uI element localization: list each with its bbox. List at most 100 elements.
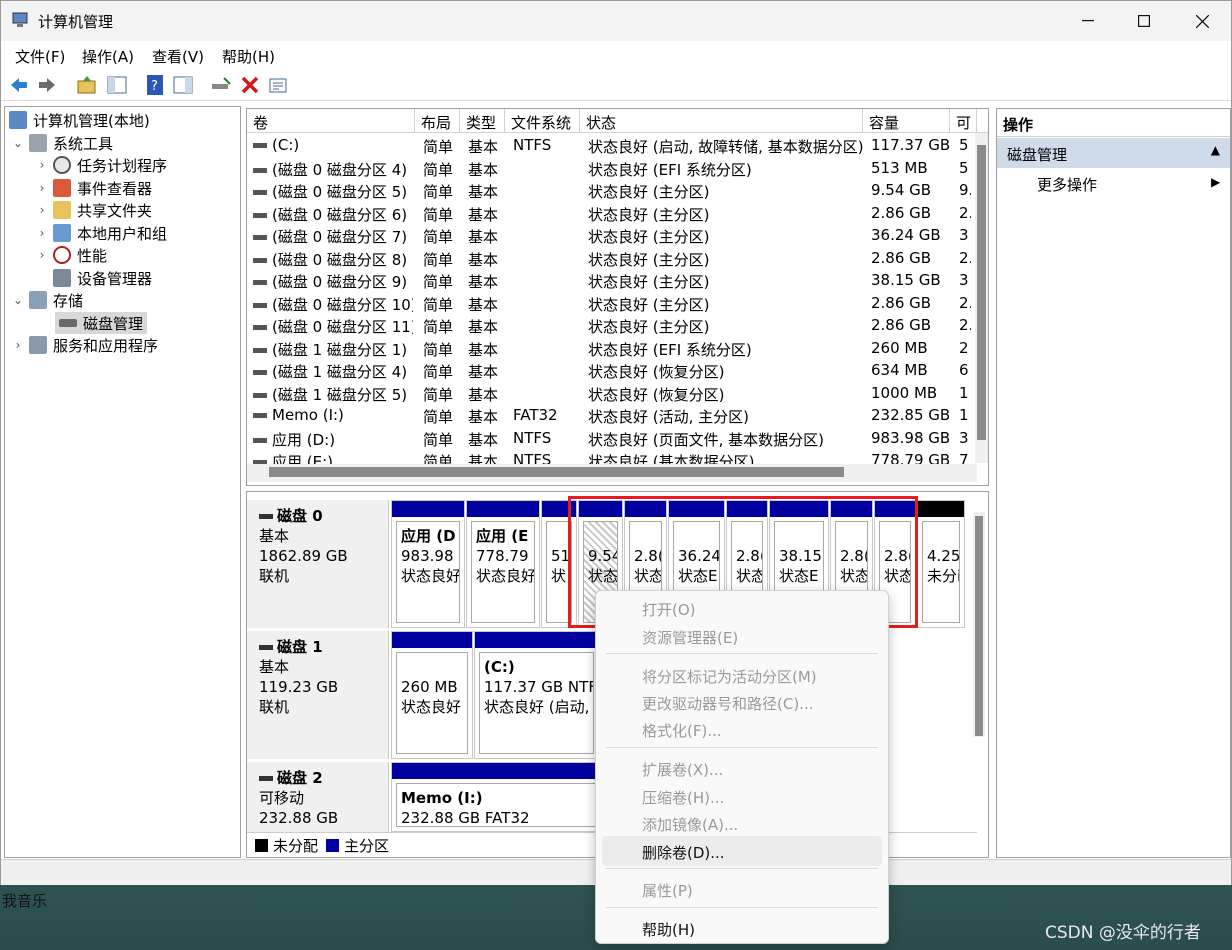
table-cell: 状态良好 (EFI 系统分区) (588, 340, 752, 359)
table-row[interactable]: (磁盘 1 磁盘分区 1) 简单 基本 状态良好 (EFI 系统分区) 260 MB 2 (247, 337, 977, 360)
tree-item-local-users[interactable]: › 本地用户和组 (35, 222, 167, 244)
volume-list-header: 卷 布局 类型 文件系统 状态 容量 可 (247, 109, 988, 133)
column-header-layout[interactable]: 布局 (415, 109, 460, 133)
table-row[interactable]: (磁盘 0 磁盘分区 4) 简单 基本 状态良好 (EFI 系统分区) 513 MB 5 (247, 157, 977, 180)
table-row[interactable]: (磁盘 0 磁盘分区 5) 简单基本 状态良好 (主分区) 9.54 GB 9. (247, 179, 977, 202)
column-header-filesystem[interactable]: 文件系统 (505, 109, 580, 133)
menu-explorer[interactable]: 资源管理器(E) (642, 627, 738, 648)
menu-delete-volume[interactable]: 删除卷(D)... (642, 842, 725, 863)
vertical-scrollbar[interactable] (975, 133, 988, 463)
partition-body: Memo (I:) 232.88 GB FAT32 (396, 783, 596, 827)
more-actions-item[interactable]: 更多操作 (1037, 174, 1097, 195)
menu-shrink-volume[interactable]: 压缩卷(H)... (642, 787, 724, 808)
disk-2-label[interactable]: 磁盘 2 可移动 232.88 GB (247, 762, 389, 834)
menu-mark-active[interactable]: 将分区标记为活动分区(M) (642, 666, 817, 687)
table-row[interactable]: (磁盘 0 磁盘分区 6) 简单基本 状态良好 (主分区) 2.86 GB 2. (247, 202, 977, 225)
partition-block[interactable]: 应用 (D 983.98 (状态良好 (391, 500, 465, 628)
show-hide-tree-icon[interactable] (106, 74, 128, 96)
table-row[interactable]: (磁盘 0 磁盘分区 7) 简单 基本 状态良好 (主分区) 36.24 GB 3 (247, 224, 977, 247)
table-row[interactable]: (磁盘 0 磁盘分区 11) 简单基本 状态良好 (主分区) 2.86 GB 2. (247, 314, 977, 337)
tree-item-device-manager[interactable]: 设备管理器 (49, 267, 152, 289)
tree-label: 共享文件夹 (77, 201, 153, 220)
menu-file[interactable]: 文件(F) (15, 46, 65, 67)
chevron-right-icon[interactable]: › (35, 181, 49, 195)
tree-item-shared-folders[interactable]: › 共享文件夹 (35, 199, 152, 221)
scrollbar-thumb[interactable] (977, 145, 986, 440)
menu-view[interactable]: 查看(V) (152, 46, 204, 67)
volume-icon (253, 143, 267, 148)
tree-item-event-viewer[interactable]: › 事件查看器 (35, 177, 152, 199)
chevron-down-icon[interactable]: ⌄ (11, 293, 25, 307)
table-row[interactable]: Memo (I:) 简单 基本 FAT32 状态良好 (活动, 主分区) 232.85 G… (247, 404, 977, 427)
tree-item-storage[interactable]: ⌄ 存储 (11, 289, 83, 311)
table-row[interactable]: (磁盘 0 磁盘分区 9) 简单 基本 状态良好 (主分区) 38.15 GB 3 (247, 269, 977, 292)
chevron-right-icon[interactable]: › (35, 158, 49, 172)
menu-extend-volume[interactable]: 扩展卷(X)... (642, 759, 723, 780)
menu-add-mirror[interactable]: 添加镜像(A)... (642, 814, 738, 835)
menu-separator (606, 907, 878, 908)
partition-block[interactable]: 4.25 未分i (917, 500, 965, 628)
shared-folder-icon (53, 201, 71, 219)
connect-icon[interactable] (210, 74, 232, 96)
tree-item-performance[interactable]: › 性能 (35, 244, 107, 266)
context-menu: 打开(O) 资源管理器(E) 将分区标记为活动分区(M) 更改驱动器号和路径(C… (595, 590, 889, 944)
chevron-down-icon[interactable]: ⌄ (11, 136, 25, 150)
forward-icon[interactable] (36, 74, 58, 96)
collapse-up-icon[interactable]: ▲ (1211, 143, 1220, 157)
export-icon[interactable] (267, 74, 289, 96)
chevron-right-icon[interactable]: › (35, 248, 49, 262)
title-bar[interactable]: 计算机管理 (1, 1, 1231, 41)
partition-block[interactable]: Memo (I:) 232.88 GB FAT32 (391, 762, 601, 832)
tree-item-root[interactable]: 计算机管理(本地) (7, 109, 150, 131)
chevron-right-icon[interactable]: › (11, 338, 25, 352)
column-header-capacity[interactable]: 容量 (863, 109, 950, 133)
table-row[interactable]: (磁盘 0 磁盘分区 8) 简单基本 状态良好 (主分区) 2.86 GB 2. (247, 247, 977, 270)
properties-pane-icon[interactable] (172, 74, 194, 96)
tree-item-system-tools[interactable]: ⌄ 系统工具 (11, 132, 113, 154)
menu-change-letter[interactable]: 更改驱动器号和路径(C)... (642, 693, 813, 714)
table-row[interactable]: 应用 (D:) 简单 基本 NTFS 状态良好 (页面文件, 基本数据分区) 983.98… (247, 427, 977, 450)
delete-icon[interactable] (239, 74, 261, 96)
disk-map-scrollbar[interactable] (973, 512, 985, 737)
scrollbar-thumb[interactable] (269, 467, 844, 477)
close-button[interactable] (1173, 5, 1231, 37)
table-row[interactable]: (C:) 简单 基本 NTFS 状态良好 (启动, 故障转储, 基本数据分区) 117.3… (247, 134, 977, 157)
table-row[interactable]: (磁盘 0 磁盘分区 10) 简单基本 状态良好 (主分区) 2.86 GB 2. (247, 292, 977, 315)
disk-1-label[interactable]: 磁盘 1 基本 119.23 GB 联机 (247, 631, 389, 759)
scrollbar-thumb[interactable] (975, 516, 983, 736)
table-cell: 2. (959, 293, 971, 312)
table-row[interactable]: (磁盘 1 磁盘分区 4) 简单 基本 状态良好 (恢复分区) 634 MB 6 (247, 359, 977, 382)
column-header-free[interactable]: 可 (950, 109, 977, 133)
table-row[interactable]: (磁盘 1 磁盘分区 5) 简单 基本 状态良好 (恢复分区) 1000 MB 1 (247, 382, 977, 405)
maximize-button[interactable] (1115, 5, 1173, 37)
column-header-type[interactable]: 类型 (460, 109, 505, 133)
horizontal-scrollbar[interactable] (247, 464, 977, 482)
tree-item-task-scheduler[interactable]: › 任务计划程序 (35, 154, 167, 176)
tree-label: 存储 (53, 291, 84, 310)
partition-block[interactable]: 260 MB 状态良好 (391, 631, 473, 759)
column-header-volume[interactable]: 卷 (247, 109, 415, 133)
menu-action[interactable]: 操作(A) (82, 46, 134, 67)
disk-0-label[interactable]: 磁盘 0 基本 1862.89 GB 联机 (247, 500, 389, 628)
chevron-right-icon[interactable]: › (35, 203, 49, 217)
up-folder-icon[interactable] (76, 74, 98, 96)
chevron-right-icon[interactable]: › (35, 226, 49, 240)
partition-info: 4.25 (927, 547, 960, 565)
menu-format[interactable]: 格式化(F)... (642, 720, 722, 741)
navigation-tree: 计算机管理(本地) ⌄ 系统工具 › 任务计划程序 › 事件查看器 › 共享文件夹 › 本… (4, 106, 241, 858)
table-cell: Memo (I:) (253, 406, 413, 424)
menu-help[interactable]: 帮助(H) (222, 46, 275, 67)
actions-section-disk-management[interactable]: 磁盘管理 ▲ (997, 138, 1230, 168)
partition-block[interactable]: 应用 (E 778.79 (状态良好 (466, 500, 540, 628)
menu-open[interactable]: 打开(O) (642, 599, 696, 620)
column-header-status[interactable]: 状态 (580, 109, 863, 133)
menu-help-item[interactable]: 帮助(H) (642, 919, 695, 940)
close-icon (1195, 14, 1209, 28)
tree-item-disk-management[interactable]: 磁盘管理 (55, 312, 148, 334)
partition-block[interactable]: (C:) 117.37 GB NTFS 状态良好 (启动, 故 (474, 631, 599, 759)
menu-properties[interactable]: 属性(P) (642, 880, 693, 901)
help-icon[interactable]: ? (144, 74, 166, 96)
minimize-button[interactable] (1059, 5, 1117, 37)
tree-item-services[interactable]: › 服务和应用程序 (11, 334, 158, 356)
back-icon[interactable] (8, 74, 30, 96)
